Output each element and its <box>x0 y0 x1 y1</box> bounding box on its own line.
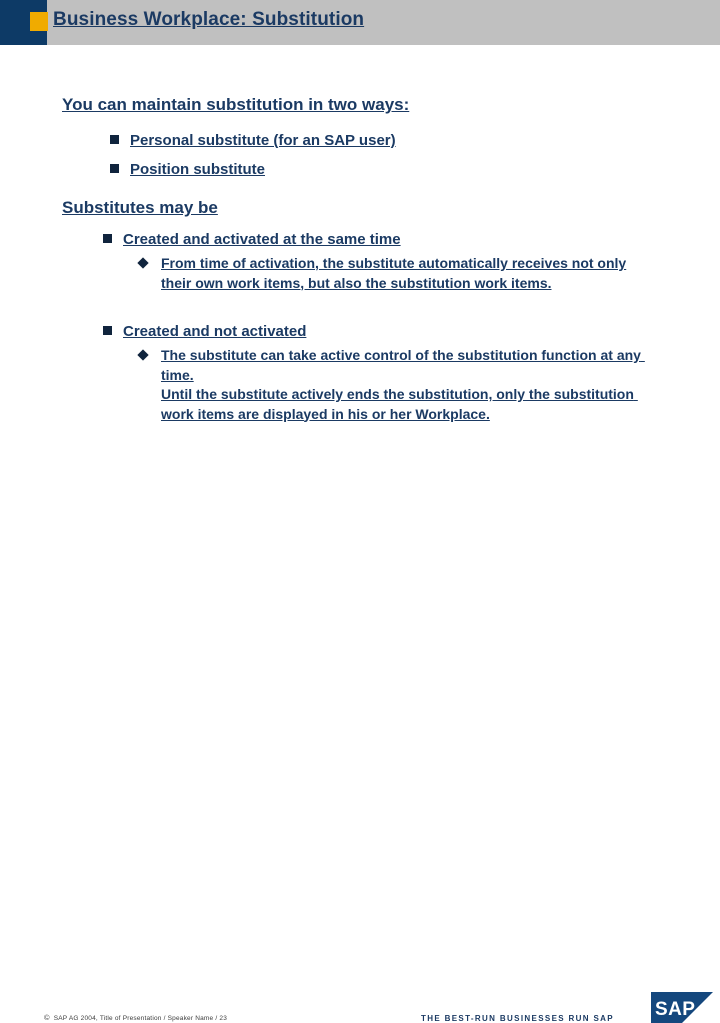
square-bullet-icon <box>110 135 119 144</box>
slide-footer: © SAP AG 2004, Title of Presentation / Sp… <box>0 495 720 1023</box>
svg-text:®: ® <box>695 1015 699 1022</box>
subbullet-active-control: The substitute can take active control o… <box>137 346 663 424</box>
sap-logo: SAP ® <box>651 992 713 1023</box>
section-heading-substitutes-may-be: Substitutes may be <box>62 198 218 217</box>
slide-header: Business Workplace: Substitution <box>0 0 720 45</box>
bullet-created-not-activated: Created and not activated <box>103 323 306 340</box>
footer-copyright: © SAP AG 2004, Title of Presentation / Sp… <box>44 1013 227 1022</box>
subbullet-label: The substitute can take active control o… <box>161 347 641 422</box>
bullet-position-substitute: Position substitute <box>110 161 265 178</box>
slide-title: Business Workplace: Substitution <box>53 9 365 30</box>
subbullet-label: From time of activation, the substitute … <box>161 255 627 291</box>
bullet-label: Created and not activated <box>123 323 307 340</box>
square-bullet-icon <box>110 164 119 173</box>
footer-tagline: THE BEST-RUN BUSINESSES RUN SAP <box>421 1014 614 1023</box>
square-bullet-icon <box>103 326 112 335</box>
bullet-label: Position substitute <box>130 161 265 178</box>
svg-text:SAP: SAP <box>655 999 695 1020</box>
section-heading-ways: You can maintain substitution in two way… <box>62 95 410 114</box>
footer-copyright-text: SAP AG 2004, Title of Presentation / Spe… <box>53 1015 228 1022</box>
subbullet-activation-receives-items: From time of activation, the substitute … <box>137 254 659 293</box>
header-orange-accent-square <box>30 12 48 31</box>
bullet-label: Personal substitute (for an SAP user) <box>130 132 396 149</box>
bullet-created-and-activated: Created and activated at the same time <box>103 231 401 248</box>
diamond-bullet-icon <box>137 257 149 269</box>
diamond-bullet-icon <box>137 349 149 361</box>
bullet-personal-substitute: Personal substitute (for an SAP user) <box>110 132 396 149</box>
bullet-label: Created and activated at the same time <box>123 231 401 248</box>
copyright-icon: © <box>44 1013 50 1022</box>
slide-content: You can maintain substitution in two way… <box>0 45 720 495</box>
square-bullet-icon <box>103 234 112 243</box>
